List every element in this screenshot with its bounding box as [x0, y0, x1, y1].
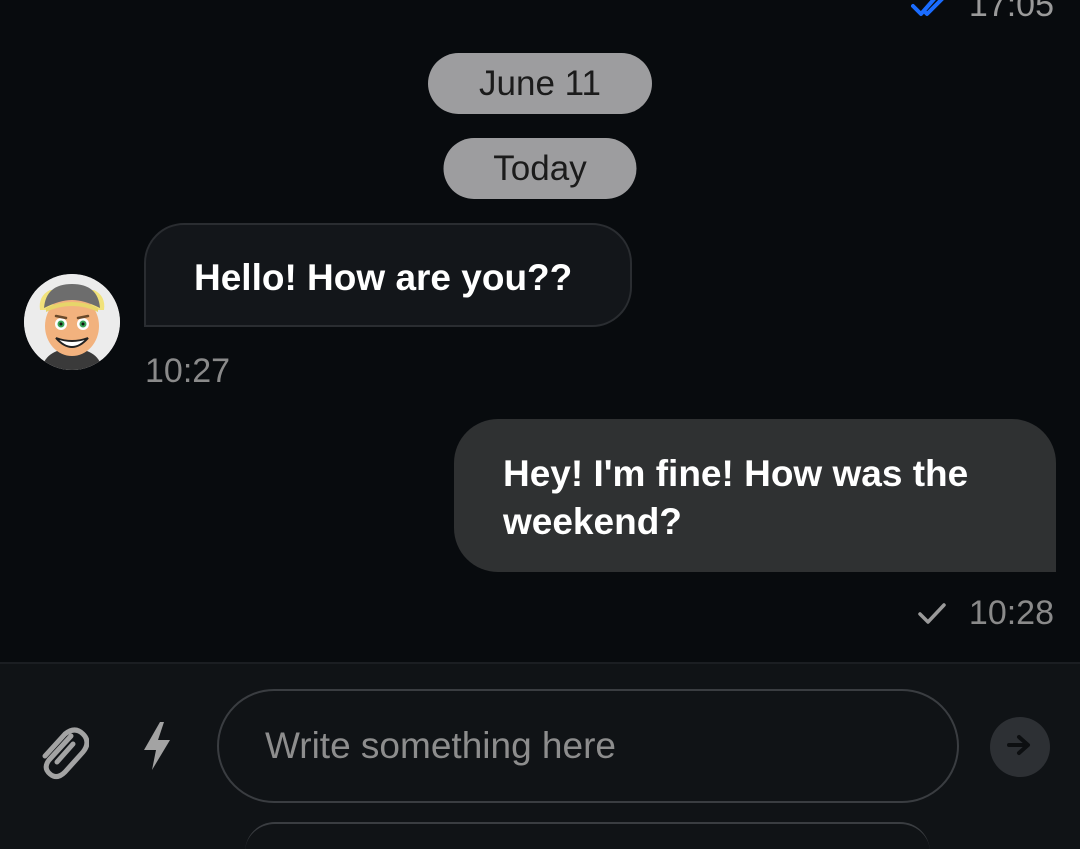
arrow-right-icon: [1007, 734, 1033, 761]
previous-message-status: 17:05: [910, 0, 1054, 25]
chat-screen: 17:05 June 11 Today Hello! How are you??…: [0, 0, 1080, 849]
date-separator: June 11: [428, 53, 652, 114]
send-button[interactable]: [990, 717, 1050, 777]
message-composer: [0, 662, 1080, 849]
message-input[interactable]: [265, 691, 905, 801]
date-separator-today: Today: [443, 138, 637, 199]
previous-message-time: 17:05: [968, 0, 1054, 24]
outgoing-message-bubble[interactable]: Hey! I'm fine! How was the weekend?: [454, 419, 1056, 572]
message-input-wrapper: [217, 689, 959, 803]
double-check-icon: [910, 0, 951, 20]
outgoing-message-text: Hey! I'm fine! How was the weekend?: [503, 453, 969, 542]
lightning-icon[interactable]: [140, 720, 174, 772]
incoming-message-time: 10:27: [145, 352, 231, 390]
outgoing-message-time: 10:28: [968, 594, 1054, 632]
incoming-message-bubble[interactable]: Hello! How are you??: [144, 223, 632, 327]
outgoing-message-status: 10:28: [917, 594, 1054, 633]
check-icon: [917, 602, 947, 626]
quick-reply-panel-edge: [245, 822, 930, 849]
incoming-message-text: Hello! How are you??: [194, 257, 573, 298]
paperclip-icon[interactable]: [35, 722, 90, 782]
user-avatar[interactable]: [24, 274, 120, 370]
